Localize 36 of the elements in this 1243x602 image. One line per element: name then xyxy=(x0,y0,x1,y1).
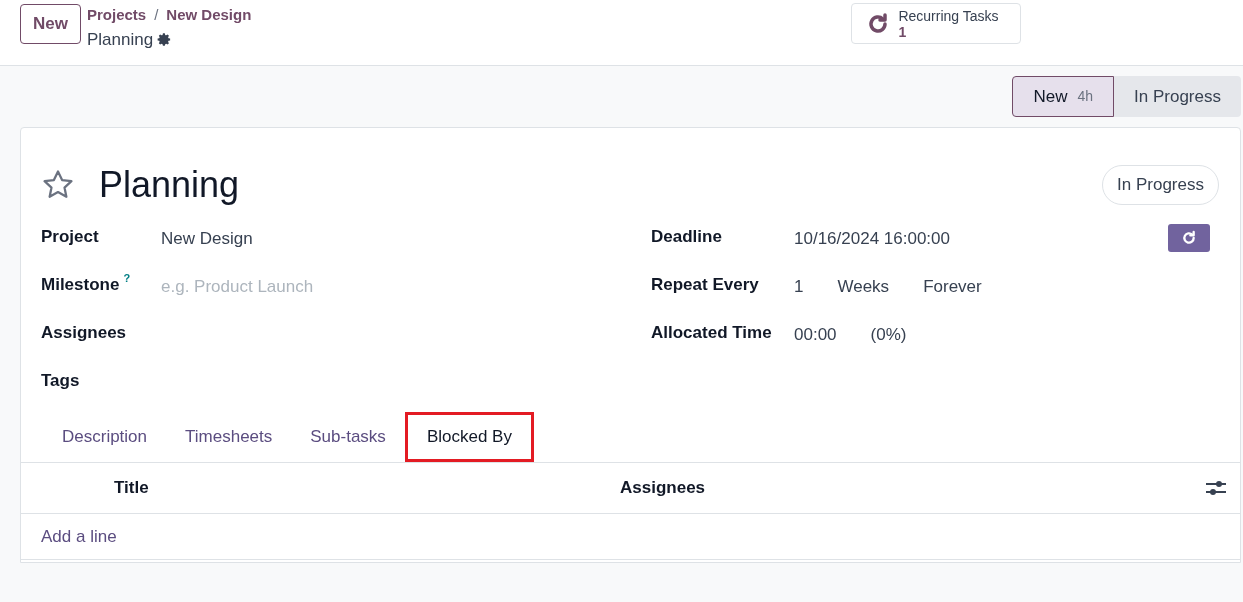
field-value: New Design xyxy=(161,228,253,250)
breadcrumb-link[interactable]: Projects xyxy=(86,4,147,27)
field-label: Tags xyxy=(41,370,80,392)
tab[interactable]: Sub-tasks xyxy=(291,412,405,462)
column-header[interactable]: Assignees xyxy=(620,475,706,501)
add-line-link[interactable]: Add a line xyxy=(41,523,117,550)
field-label: Milestone xyxy=(41,274,120,296)
stage-button[interactable]: In Progress xyxy=(1114,76,1241,117)
record-name: Planning xyxy=(86,28,154,51)
task-title: Planning xyxy=(99,163,240,207)
field-label: Deadline xyxy=(651,226,723,248)
help-mark[interactable]: ? xyxy=(123,272,131,284)
field-label: Allocated Time xyxy=(651,322,773,344)
column-header[interactable]: Title xyxy=(114,475,620,501)
field-value: 00:00 xyxy=(794,324,837,346)
field-value: (0%) xyxy=(870,324,907,346)
tab[interactable]: Description xyxy=(43,412,167,462)
input-field[interactable]: e.g. Product Launch xyxy=(161,274,461,300)
field-value: 10/16/2024 16:00:00 xyxy=(794,228,950,250)
field-value: Forever xyxy=(923,276,982,298)
field-label: Repeat Every xyxy=(651,274,760,296)
sliders-icon[interactable] xyxy=(1206,479,1226,497)
recurrent-toggle-button[interactable] xyxy=(1168,224,1210,252)
gear-icon[interactable] xyxy=(157,31,173,47)
tab[interactable]: Blocked By xyxy=(404,412,534,462)
field-value: 1 xyxy=(794,276,804,298)
breadcrumb-link[interactable]: New Design xyxy=(166,4,252,27)
new-button[interactable]: New xyxy=(20,4,81,44)
field-value: Weeks xyxy=(837,276,890,298)
refresh-icon xyxy=(1181,230,1197,246)
field-label: Assignees xyxy=(41,322,127,344)
recurring-tasks-button[interactable]: Recurring Tasks 1 xyxy=(851,3,1022,44)
stage-button[interactable]: New 4h xyxy=(1012,76,1115,117)
tab[interactable]: Timesheets xyxy=(166,412,292,462)
field-label: Project xyxy=(41,226,99,248)
breadcrumb-separator: / xyxy=(154,5,159,25)
